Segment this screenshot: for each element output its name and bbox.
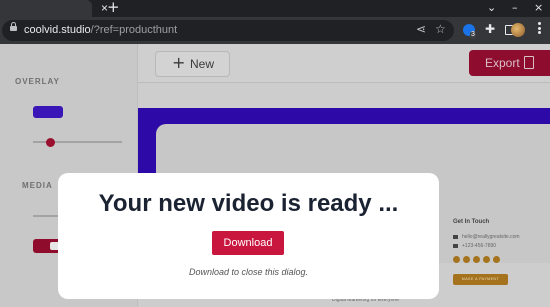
plus-icon: + <box>172 53 186 72</box>
share-icon[interactable]: ⋖ <box>416 22 426 36</box>
phone-icon <box>453 243 458 248</box>
dialog-hint: Download to close this dialog. <box>188 267 309 277</box>
contact-title: Get In Touch <box>453 219 490 225</box>
download-button[interactable]: Download <box>212 231 284 255</box>
export-button[interactable]: Export <box>469 50 550 76</box>
overlay-section-label: OVERLAY <box>15 77 60 86</box>
browser-menu-icon[interactable] <box>538 22 541 36</box>
contact-email: hello@reallygreatsite.com <box>453 234 520 240</box>
dialog-title: Your new video is ready ... <box>98 190 399 217</box>
youtube-icon <box>493 256 500 263</box>
video-ready-dialog: Your new video is ready ... Download Dow… <box>58 173 439 299</box>
browser-tab[interactable] <box>0 0 92 17</box>
export-document-icon <box>524 56 534 69</box>
window-close-icon[interactable]: × <box>534 0 543 16</box>
tab-search-chevron-icon[interactable]: ⌄ <box>487 0 496 16</box>
bookmark-star-icon[interactable]: ☆ <box>435 22 446 36</box>
minimize-icon[interactable]: – <box>512 0 518 16</box>
lock-icon[interactable] <box>10 22 17 31</box>
profile-avatar[interactable] <box>511 23 525 37</box>
extensions-puzzle-icon[interactable]: ✚ <box>485 22 495 36</box>
new-tab-icon[interactable]: + <box>107 0 120 16</box>
browser-tab-bar: × + ⌄ – × <box>0 0 550 17</box>
payment-button: MAKE A PAYMENT <box>453 274 508 285</box>
address-bar[interactable]: coolvid.studio/?ref=producthunt ⋖ ☆ <box>2 20 454 41</box>
twitter-icon <box>463 256 470 263</box>
url-text[interactable]: coolvid.studio/?ref=producthunt <box>24 24 177 36</box>
overlay-opacity-slider-knob[interactable] <box>46 138 55 147</box>
overlay-color-swatch[interactable] <box>33 106 63 118</box>
email-icon <box>453 234 458 239</box>
facebook-icon <box>453 256 460 263</box>
linkedin-icon <box>483 256 490 263</box>
new-button-label: New <box>190 57 215 71</box>
export-button-label: Export <box>485 56 520 70</box>
instagram-icon <box>473 256 480 263</box>
new-button[interactable]: + New <box>155 51 230 77</box>
extension-count-badge: 3 <box>470 31 476 39</box>
media-section-label: MEDIA <box>22 181 53 190</box>
contact-phone: +123-456-7890 <box>453 243 496 249</box>
